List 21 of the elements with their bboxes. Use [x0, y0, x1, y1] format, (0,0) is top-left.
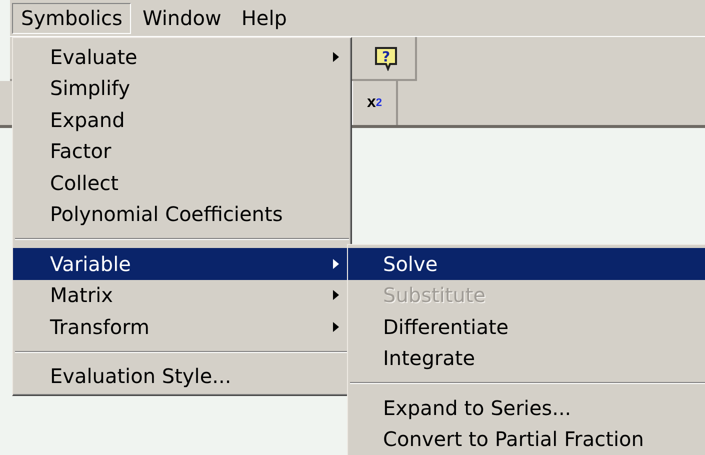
menu-item[interactable]: Polynomial Coefficients — [13, 198, 351, 230]
menu-item[interactable]: Evaluate — [13, 41, 351, 72]
submenu-arrow-icon — [333, 258, 339, 269]
submenu-arrow-icon — [333, 322, 339, 332]
menu-item[interactable]: Expand to Series... — [348, 392, 705, 424]
menu-item[interactable]: Matrix — [13, 280, 351, 311]
menu-item[interactable]: Differentiate — [348, 311, 705, 342]
submenu-arrow-icon — [333, 52, 339, 62]
menu-item[interactable]: Convert to Partial Fraction — [348, 424, 705, 455]
menu-item[interactable]: Factor — [13, 136, 351, 167]
menu-item[interactable]: Simplify — [13, 72, 351, 104]
submenu-arrow-icon — [333, 290, 339, 300]
menu-item[interactable]: Solve — [348, 248, 705, 280]
menu-item[interactable]: Integrate — [348, 342, 705, 374]
menu-item[interactable]: Expand — [13, 104, 351, 136]
menu-title[interactable]: Symbolics — [12, 2, 132, 34]
menu-title[interactable]: Window — [133, 2, 230, 34]
menu-title[interactable]: Help — [232, 2, 296, 34]
menu-item[interactable]: Transform — [13, 311, 351, 342]
menu-item[interactable]: Evaluation Style... — [13, 360, 351, 392]
menu-item[interactable]: Collect — [13, 167, 351, 198]
